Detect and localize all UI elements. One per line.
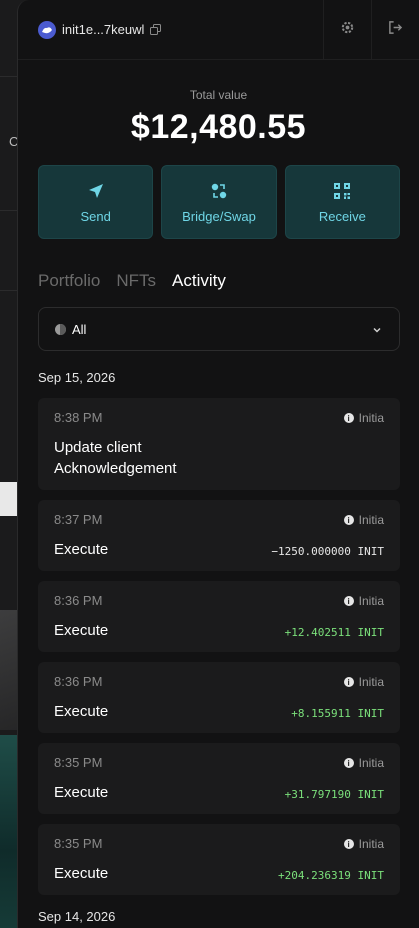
activity-amount: +31.797190 INIT <box>284 788 384 801</box>
receive-label: Receive <box>318 208 366 224</box>
send-button[interactable]: Send <box>38 165 154 239</box>
tab-nfts[interactable]: NFTs <box>116 271 156 291</box>
activity-amount: +12.402511 INIT <box>284 626 384 639</box>
activity-item[interactable]: 8:36 PM i Initia Execute +12.402511 INIT <box>38 581 400 652</box>
activity-chain: i Initia <box>343 411 384 425</box>
activity-chain: i Initia <box>343 837 384 851</box>
bridge-icon <box>209 181 229 201</box>
initia-icon: i <box>343 413 354 423</box>
initia-icon: i <box>343 839 354 849</box>
background-panel <box>0 482 18 516</box>
initia-icon: i <box>343 758 354 768</box>
chain-filter-select[interactable]: All <box>38 307 400 351</box>
logout-icon <box>388 20 403 40</box>
address-text: init1e...7keuwl <box>62 22 145 37</box>
activity-list: 8:38 PM i Initia Update client Acknowledg… <box>18 398 419 895</box>
activity-date-header: Sep 14, 2026 <box>38 909 116 924</box>
chain-icon <box>55 323 66 335</box>
filter-selected-value: All <box>72 321 87 337</box>
activity-date-header: Sep 15, 2026 <box>38 370 116 385</box>
activity-item[interactable]: 8:37 PM i Initia Execute −1250.000000 INI… <box>38 500 400 571</box>
send-label: Send <box>80 208 111 224</box>
copy-icon[interactable] <box>150 24 162 35</box>
activity-amount: +8.155911 INIT <box>291 707 384 720</box>
activity-time: 8:37 PM <box>54 512 103 527</box>
qr-code-icon <box>333 181 351 201</box>
activity-item[interactable]: 8:36 PM i Initia Execute +8.155911 INIT <box>38 662 400 733</box>
gear-icon <box>340 20 355 40</box>
receive-button[interactable]: Receive <box>284 165 400 239</box>
activity-item[interactable]: 8:38 PM i Initia Update client Acknowledg… <box>38 398 400 490</box>
initia-icon: i <box>343 596 354 606</box>
tab-portfolio[interactable]: Portfolio <box>38 271 100 291</box>
total-value-amount: $12,480.55 <box>130 108 307 146</box>
activity-title: Update client Acknowledgement <box>54 439 177 477</box>
bridge-swap-label: Bridge/Swap <box>182 208 256 224</box>
background-image <box>0 735 18 928</box>
activity-item[interactable]: 8:35 PM i Initia Execute +31.797190 INIT <box>38 743 400 814</box>
activity-time: 8:35 PM <box>54 755 103 770</box>
account-address[interactable]: init1e...7keuwl <box>38 20 162 39</box>
bridge-swap-button[interactable]: Bridge/Swap <box>161 165 277 239</box>
settings-button[interactable] <box>323 0 371 60</box>
initia-icon: i <box>343 677 354 687</box>
activity-time: 8:35 PM <box>54 836 103 851</box>
avatar-icon <box>38 20 56 39</box>
wallet-drawer: init1e...7keuwl Total value $12,480.55 S… <box>17 0 419 928</box>
activity-chain: i Initia <box>343 675 384 689</box>
logout-button[interactable] <box>371 0 419 60</box>
activity-chain: i Initia <box>343 513 384 527</box>
activity-amount: +204.236319 INIT <box>278 869 384 882</box>
activity-time: 8:36 PM <box>54 593 103 608</box>
tab-activity[interactable]: Activity <box>172 271 226 291</box>
activity-amount: −1250.000000 INIT <box>271 545 384 558</box>
activity-chain: i Initia <box>343 756 384 770</box>
background-image <box>0 610 18 730</box>
chevron-down-icon <box>371 323 383 341</box>
action-buttons: Send Bridge/Swap Receive <box>18 165 419 239</box>
activity-item[interactable]: 8:35 PM i Initia Execute +204.236319 INIT <box>38 824 400 895</box>
send-icon <box>87 181 105 201</box>
activity-chain: i Initia <box>343 594 384 608</box>
activity-time: 8:38 PM <box>54 410 103 425</box>
activity-time: 8:36 PM <box>54 674 103 689</box>
initia-icon: i <box>343 515 354 525</box>
wallet-header: init1e...7keuwl <box>18 0 419 60</box>
total-value-label: Total value <box>189 88 248 102</box>
wallet-tabs: Portfolio NFTs Activity <box>18 271 419 291</box>
